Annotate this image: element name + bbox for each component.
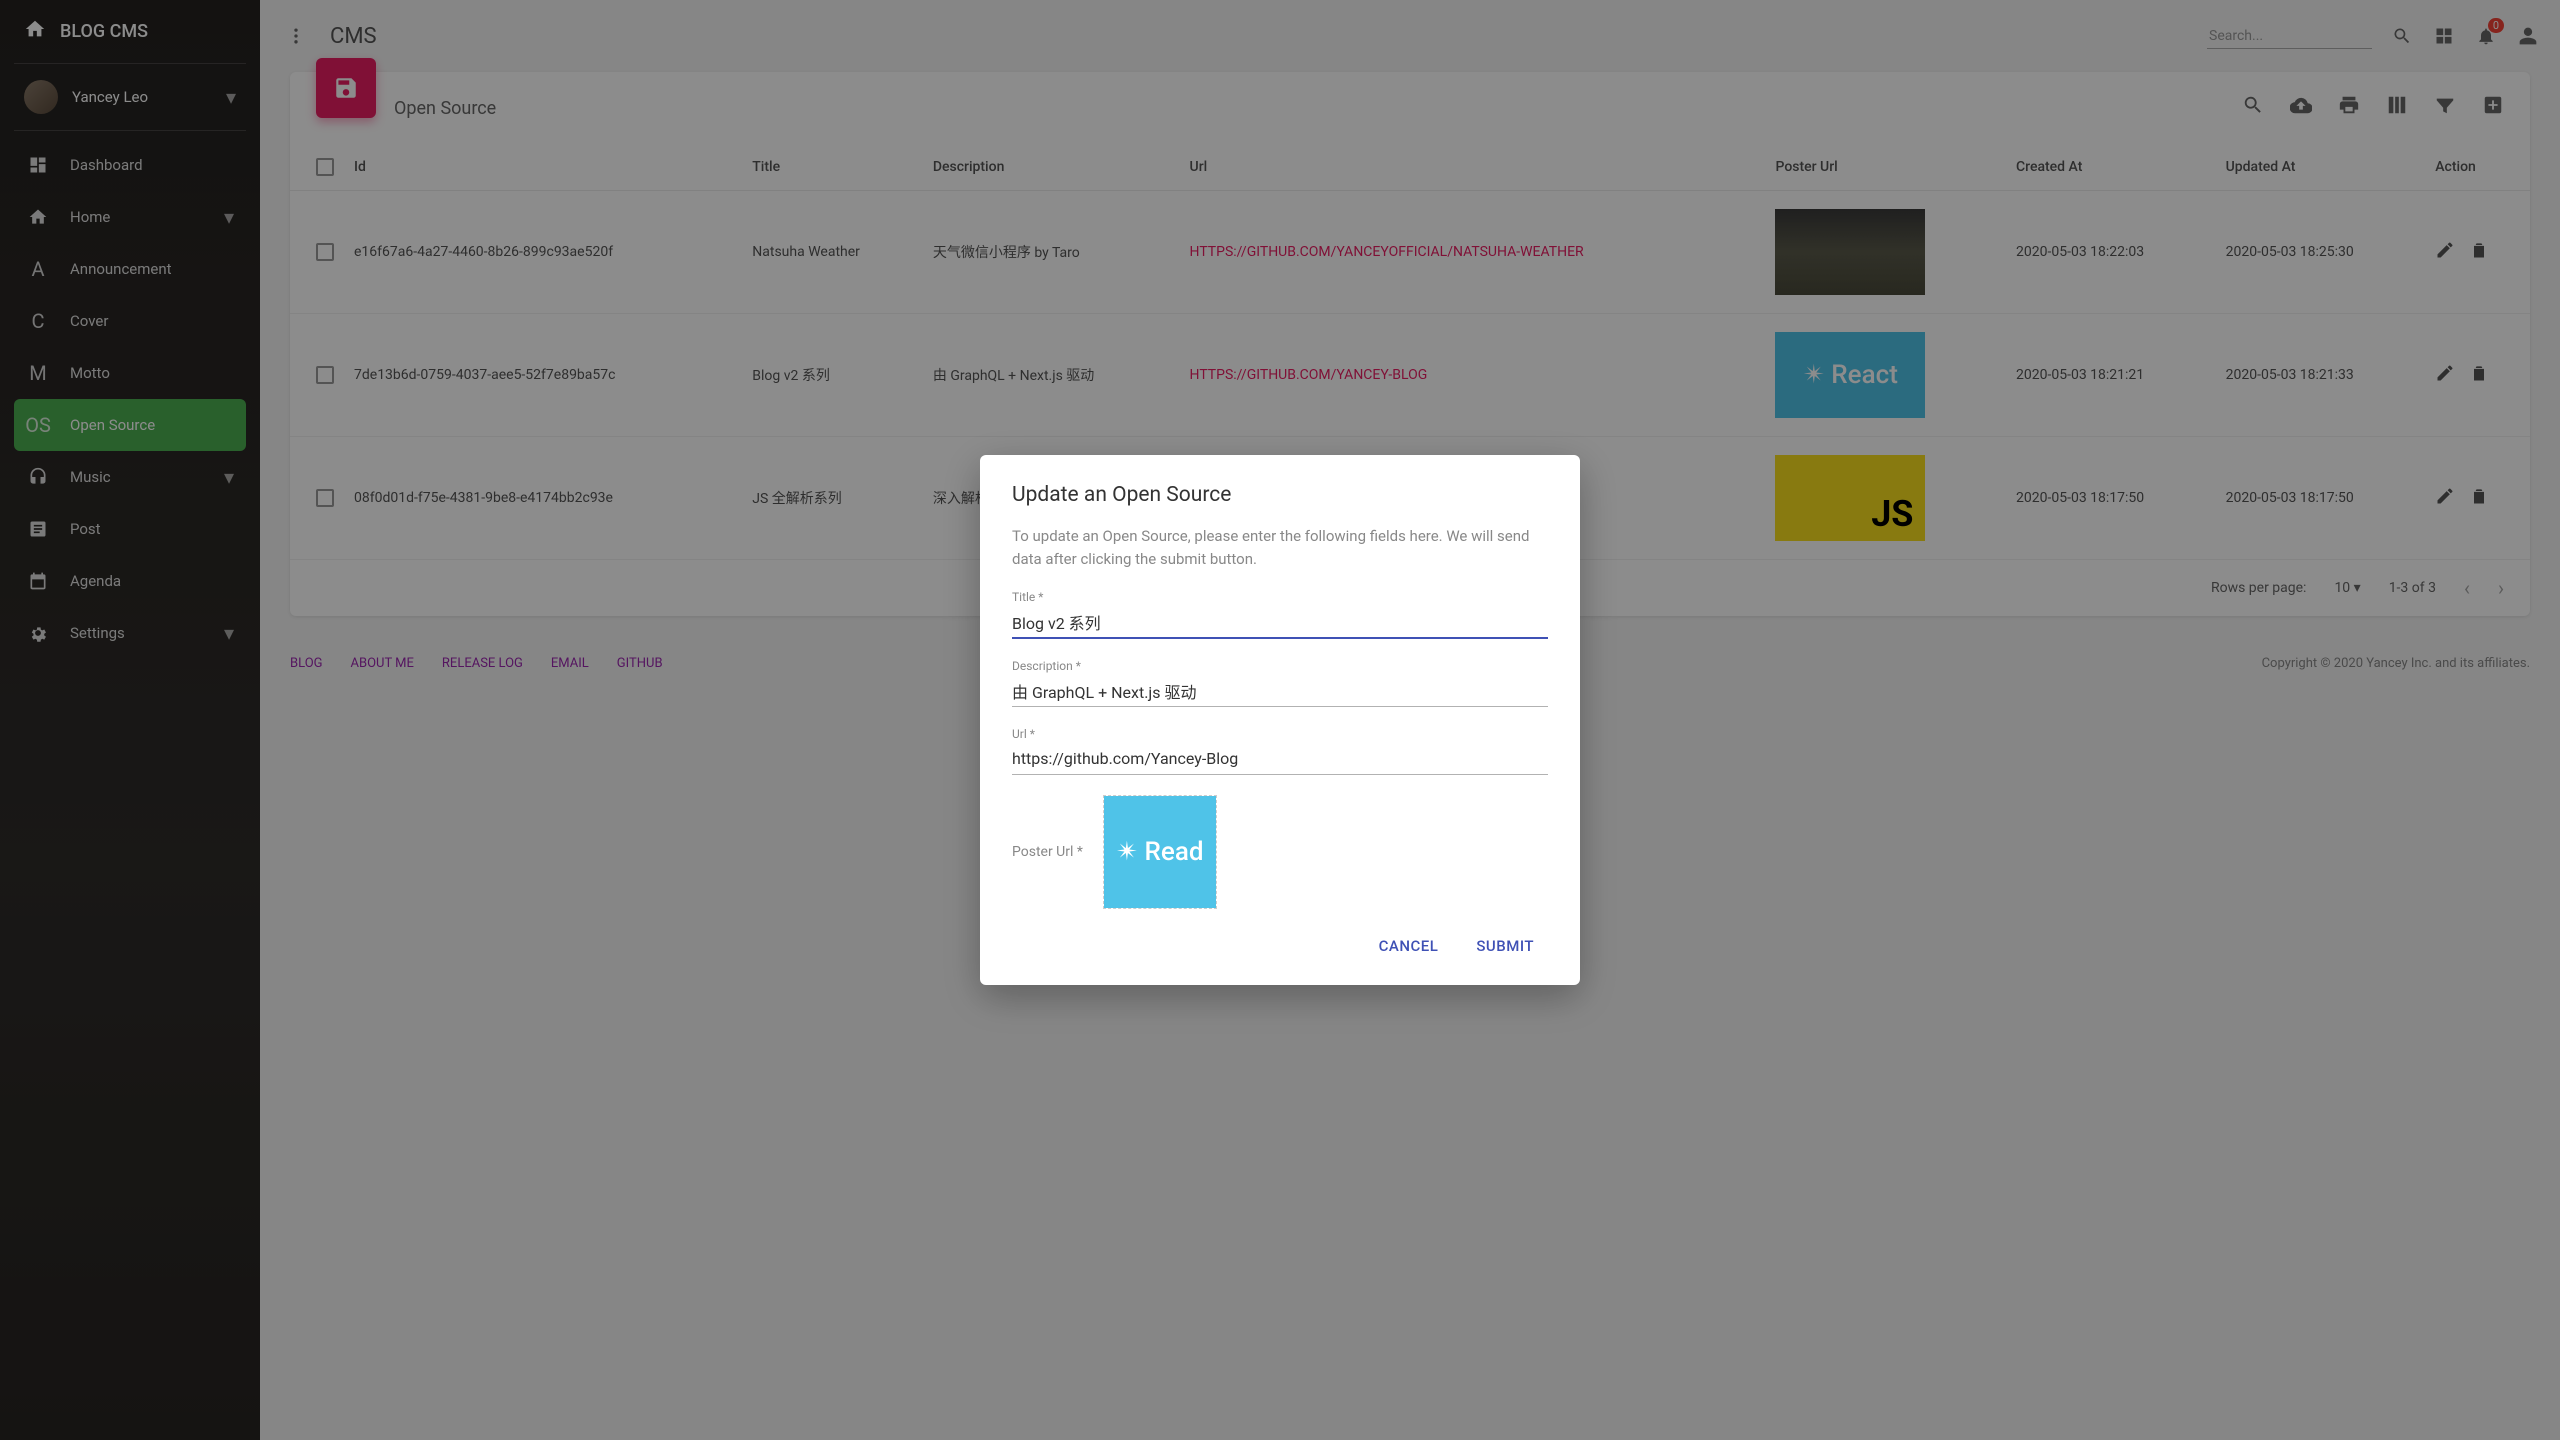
dialog-desc: To update an Open Source, please enter t…	[1012, 525, 1548, 570]
description-label: Description *	[1012, 659, 1548, 673]
poster-thumb: ✴ Read	[1104, 796, 1216, 908]
poster-upload[interactable]: ✴ Read	[1103, 795, 1217, 909]
update-dialog: Update an Open Source To update an Open …	[980, 455, 1580, 985]
poster-label: Poster Url *	[1012, 844, 1083, 860]
title-input[interactable]	[1012, 606, 1548, 639]
url-label: Url *	[1012, 727, 1548, 741]
description-input[interactable]	[1012, 675, 1548, 707]
url-input[interactable]	[1012, 743, 1548, 775]
submit-button[interactable]: SUBMIT	[1462, 929, 1548, 963]
modal-overlay[interactable]: Update an Open Source To update an Open …	[0, 0, 2560, 1440]
dialog-title: Update an Open Source	[1012, 483, 1548, 507]
title-label: Title *	[1012, 590, 1548, 604]
cancel-button[interactable]: CANCEL	[1365, 929, 1453, 963]
